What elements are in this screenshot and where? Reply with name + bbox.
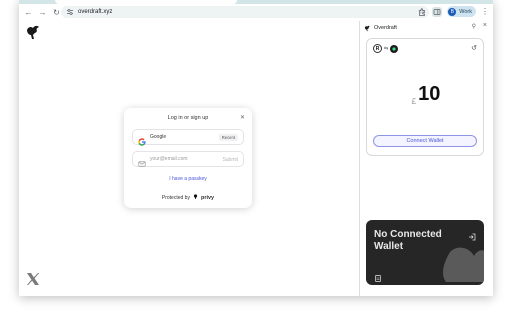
- no-connected-wallet-text: No Connected Wallet: [374, 229, 442, 252]
- side-panel-title: Overdraft: [374, 25, 397, 31]
- site-settings-icon[interactable]: [66, 8, 74, 16]
- browser-toolbar: ← → ↻ overdraft.xyz ☆ B Work ⋮: [19, 4, 493, 21]
- profile-name: Work: [459, 8, 472, 15]
- token-pair: R ⇆: [373, 44, 399, 53]
- side-panel-header: Overdraft: [364, 23, 397, 33]
- web-page: Log in or sign up ✕ Google Recent your@e…: [19, 21, 358, 296]
- privy-brand: privy: [200, 194, 215, 201]
- email-field[interactable]: your@email.com Submit: [132, 151, 244, 167]
- x-twitter-icon[interactable]: [25, 271, 41, 287]
- toolbar-right: B Work ⋮: [417, 6, 489, 17]
- close-icon[interactable]: ✕: [240, 114, 245, 121]
- recent-badge: Recent: [218, 134, 238, 141]
- extensions-icon[interactable]: [417, 7, 427, 17]
- mail-icon: [138, 155, 146, 167]
- token-green-icon: [390, 44, 399, 53]
- token-r-icon: R: [373, 44, 382, 53]
- pin-icon[interactable]: ⚲: [472, 23, 476, 30]
- balance-amount: £10: [367, 83, 485, 106]
- protected-by-text: Protected by: [161, 194, 190, 201]
- overdraft-logo-icon[interactable]: [25, 24, 42, 41]
- passkey-link[interactable]: I have a passkey: [124, 176, 252, 182]
- balance-value: 10: [418, 83, 441, 105]
- history-icon[interactable]: ↺: [471, 44, 477, 52]
- currency-symbol: £: [411, 97, 417, 106]
- protected-by-footer: Protected by privy: [124, 194, 252, 201]
- menu-kebab-icon[interactable]: ⋮: [481, 7, 489, 16]
- google-login-button[interactable]: Google Recent: [132, 129, 244, 146]
- side-panel-icon[interactable]: [432, 6, 443, 17]
- profile-button[interactable]: B Work: [447, 6, 476, 17]
- submit-button[interactable]: Submit: [222, 157, 238, 163]
- back-icon[interactable]: ←: [22, 6, 35, 19]
- modal-title: Log in or sign up: [167, 115, 209, 121]
- url-text: overdraft.xyz: [78, 9, 113, 15]
- document-icon[interactable]: [375, 269, 381, 282]
- balance-card: R ⇆ ↺ £10 Connect Wallet: [366, 38, 484, 156]
- google-icon: [138, 133, 146, 146]
- connect-wallet-button[interactable]: Connect Wallet: [373, 135, 477, 147]
- privy-logo-icon: [193, 194, 198, 201]
- avatar: B: [448, 7, 457, 16]
- close-panel-icon[interactable]: ×: [483, 22, 487, 29]
- browser-window: ← → ↻ overdraft.xyz ☆ B Work ⋮ Log in or…: [19, 0, 493, 296]
- login-modal: Log in or sign up ✕ Google Recent your@e…: [124, 108, 252, 208]
- side-panel: Overdraft ⚲ × R ⇆ ↺ £10 Connect Wallet N…: [359, 21, 493, 296]
- no-wallet-card: No Connected Wallet: [366, 220, 484, 285]
- address-bar[interactable]: overdraft.xyz ☆: [61, 6, 429, 18]
- google-label: Google: [150, 134, 167, 140]
- overdraft-small-icon: [364, 25, 371, 32]
- swap-icon[interactable]: ⇆: [384, 46, 388, 52]
- login-icon[interactable]: [468, 228, 476, 241]
- email-placeholder: your@email.com: [150, 156, 188, 162]
- forward-icon[interactable]: →: [36, 6, 49, 19]
